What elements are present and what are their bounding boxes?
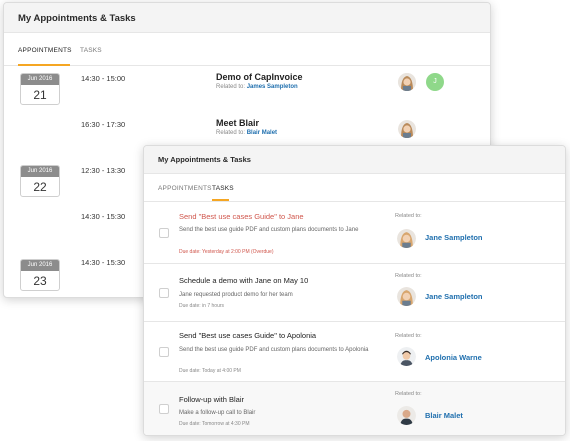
date-badge: Jun 2016 23 [20,259,60,291]
date-month: Jun 2016 [21,260,59,271]
task-due-date: Due date: Today at 4:00 PM [179,368,241,374]
related-label: Related to: [395,213,422,219]
date-day: 23 [33,274,47,288]
date-month: Jun 2016 [21,74,59,85]
task-row: Schedule a demo with Jane on May 10 Jane… [144,264,565,322]
date-day: 22 [33,180,47,194]
woman-avatar [398,120,416,138]
related-contact-link[interactable]: Jane Sampleton [425,292,483,301]
related-label: Related to: [395,333,422,339]
related-contact-link[interactable]: Apolonia Warne [425,353,482,362]
task-due-date: Due date: Tomorrow at 4:30 PM [179,421,250,427]
task-title[interactable]: Schedule a demo with Jane on May 10 [179,276,308,285]
tab-bar: APPOINTMENTS TASKS [144,174,565,202]
task-row: Follow-up with Blair Make a follow-up ca… [144,382,565,435]
task-row: Send "Best use cases Guide" to Jane Send… [144,202,565,264]
appointment-time: 14:30 - 15:30 [81,258,126,267]
appointment-time: 14:30 - 15:00 [81,74,126,83]
appointment-time: 14:30 - 15:30 [81,212,126,221]
task-checkbox[interactable] [159,288,169,298]
tab-bar: APPOINTMENTS TASKS [4,33,490,66]
active-tab-indicator [212,199,229,201]
date-day: 21 [33,88,47,102]
task-checkbox[interactable] [159,404,169,414]
task-checkbox[interactable] [159,347,169,357]
date-month: Jun 2016 [21,166,59,177]
related-link[interactable]: James Sampleton [247,84,298,90]
task-title[interactable]: Follow-up with Blair [179,395,244,404]
task-description: Send the best use guide PDF and custom p… [179,227,359,233]
appointment-related: Related to: James Sampleton [216,84,298,90]
task-description: Send the best use guide PDF and custom p… [179,347,369,353]
appointment-title[interactable]: Meet Blair [216,118,259,128]
tab-tasks[interactable]: TASKS [80,47,102,54]
task-row: Send "Best use cases Guide" to Apolonia … [144,322,565,382]
tab-appointments[interactable]: APPOINTMENTS [18,47,72,54]
task-title[interactable]: Send "Best use cases Guide" to Jane [179,212,304,221]
tasks-panel: My Appointments & Tasks APPOINTMENTS TAS… [143,145,566,436]
panel-title: My Appointments & Tasks [144,146,565,174]
task-due-date: Due date: in 7 hours [179,303,225,309]
task-due-date: Due date: Yesterday at 2:00 PM (Overdue) [179,249,274,255]
bald-man-avatar [397,406,416,425]
appointment-time: 12:30 - 13:30 [81,166,126,175]
woman-avatar [397,229,416,248]
task-title[interactable]: Send "Best use cases Guide" to Apolonia [179,331,316,340]
panel-title: My Appointments & Tasks [4,3,490,33]
related-contact-link[interactable]: Blair Malet [425,411,463,420]
related-link[interactable]: Blair Malet [247,130,277,136]
appointment-related: Related to: Blair Malet [216,130,278,136]
related-label: Related to: [395,273,422,279]
woman-avatar [398,73,416,91]
task-description: Make a follow-up call to Blair [179,410,256,416]
task-checkbox[interactable] [159,228,169,238]
appointment-title[interactable]: Demo of CapInvoice [216,72,303,82]
task-description: Jane requested product demo for her team [179,292,293,298]
date-badge: Jun 2016 21 [20,73,60,105]
date-badge: Jun 2016 22 [20,165,60,197]
user-initial-avatar: J [426,73,444,91]
man-avatar [397,347,416,366]
active-tab-indicator [18,64,70,66]
tab-tasks[interactable]: TASKS [212,185,234,192]
related-label: Related to: [395,391,422,397]
woman-avatar [397,287,416,306]
related-contact-link[interactable]: Jane Sampleton [425,233,483,242]
appointment-time: 16:30 - 17:30 [81,120,126,129]
tab-appointments[interactable]: APPOINTMENTS [158,185,212,192]
